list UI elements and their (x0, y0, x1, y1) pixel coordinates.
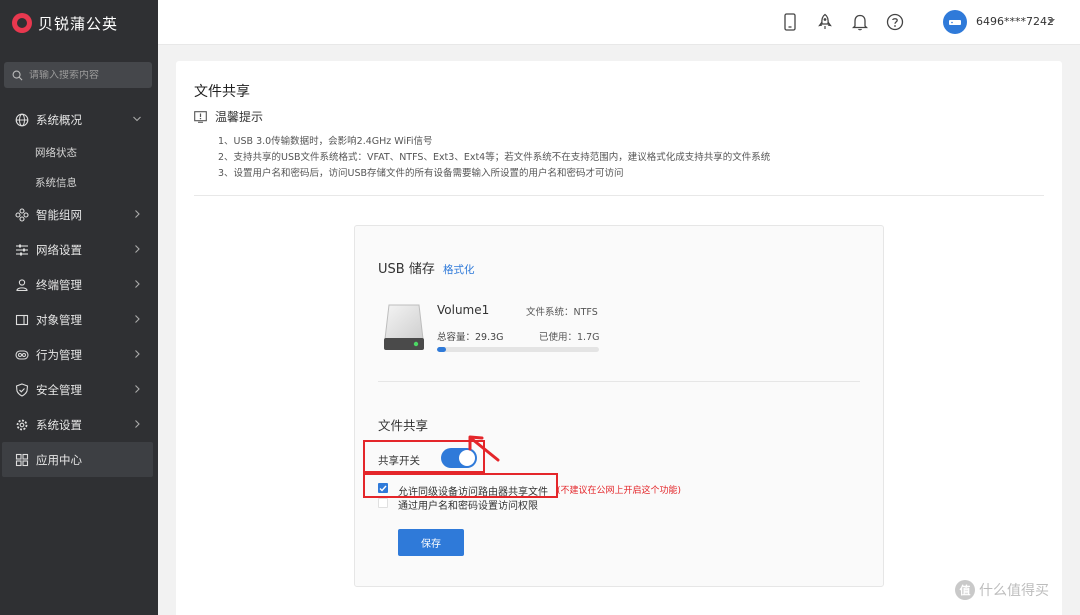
bell-icon[interactable] (849, 11, 871, 33)
avatar[interactable] (943, 10, 967, 34)
chevron-right-icon (135, 315, 140, 323)
sidebar-item-app-center[interactable]: 应用中心 (2, 442, 153, 477)
auth-access-label: 通过用户名和密码设置访问权限 (398, 501, 538, 512)
sidebar-item-object-management[interactable]: 对象管理 (0, 302, 158, 337)
volume-name: Volume1 (437, 303, 490, 317)
usb-storage-title: USB 储存 (378, 262, 435, 277)
sidebar-item-smart-network[interactable]: 智能组网 (0, 197, 158, 232)
sidebar-item-label: 应用中心 (36, 452, 82, 467)
watermark-text: 什么值得买 (979, 583, 1049, 599)
chevron-right-icon (135, 245, 140, 253)
sidebar-item-label: 系统设置 (36, 417, 82, 432)
save-button[interactable]: 保存 (398, 529, 464, 556)
gear-icon (15, 418, 29, 432)
usage-progress-fill (437, 347, 447, 352)
sidebar-item-overview[interactable]: 系统概况 (0, 102, 158, 137)
highlight-box-checkbox (363, 473, 558, 498)
sidebar-item-label: 智能组网 (36, 207, 82, 222)
brand-name: 贝锐蒲公英 (38, 14, 119, 33)
help-icon[interactable] (884, 11, 906, 33)
sidebar-item-security-management[interactable]: 安全管理 (0, 372, 158, 407)
sidebar-search (4, 62, 152, 88)
filesystem-label: 文件系统：NTFS (526, 307, 598, 318)
sliders-icon (15, 243, 29, 257)
sidebar-item-label: 系统概况 (36, 112, 82, 127)
caret-down-icon[interactable] (1048, 19, 1055, 24)
sidebar-item-label: 对象管理 (36, 312, 82, 327)
chevron-right-icon (135, 420, 140, 428)
page-title: 文件共享 (194, 84, 250, 100)
search-icon (12, 70, 23, 80)
users-icon (15, 278, 29, 292)
rocket-icon[interactable] (814, 11, 836, 33)
auth-access-checkbox[interactable] (378, 498, 388, 508)
sidebar-item-system-settings[interactable]: 系统设置 (0, 407, 158, 442)
tip-line: 2、支持共享的USB文件系统格式：VFAT、NTFS、Ext3、Ext4等；若文… (218, 152, 771, 163)
grid-icon (15, 453, 29, 467)
sidebar-item-behavior-management[interactable]: 行为管理 (0, 337, 158, 372)
hard-drive-icon (384, 304, 424, 350)
shield-icon (15, 382, 29, 397)
sidebar-subitem-network-status[interactable]: 网络状态 (0, 137, 158, 167)
router-icon (949, 20, 961, 25)
public-network-warning: (不建议在公网上开启这个功能) (557, 486, 682, 496)
tip-title: 温馨提示 (215, 110, 264, 124)
sidebar-subitem-system-info[interactable]: 系统信息 (0, 167, 158, 197)
sidebar-item-network-settings[interactable]: 网络设置 (0, 232, 158, 267)
globe-icon (15, 113, 29, 127)
top-header: 6496****7242 (158, 0, 1080, 45)
watermark-badge: 值 (955, 580, 975, 600)
tip-header: 温馨提示 (194, 108, 263, 125)
brand-logo-icon (12, 13, 32, 33)
main-card: 文件共享 温馨提示 1、USB 3.0传输数据时，会影响2.4GHz WiFi信… (176, 61, 1062, 615)
phone-icon[interactable] (779, 11, 801, 33)
sidebar-item-label: 行为管理 (36, 347, 82, 362)
watermark: 值 什么值得买 (955, 580, 1049, 600)
search-input[interactable] (29, 69, 139, 81)
brand[interactable]: 贝锐蒲公英 (0, 0, 158, 46)
sidebar-item-terminal-management[interactable]: 终端管理 (0, 267, 158, 302)
used-capacity: 已使用：1.7G (539, 332, 600, 343)
chevron-down-icon (133, 116, 141, 122)
eye-icon (15, 348, 29, 362)
chevron-right-icon (135, 280, 140, 288)
chevron-right-icon (135, 210, 140, 218)
usb-panel: USB 储存 格式化 Volume1 文件系统：NTFS 总容量：29.3G 已… (354, 225, 884, 587)
network-icon (15, 207, 29, 222)
arrow-annotation-icon (468, 435, 500, 462)
sidebar: 贝锐蒲公英 系统概况 网络状态 系统信息 智能组网 网络设置 终端管理 对象管理… (0, 0, 158, 615)
tip-line: 1、USB 3.0传输数据时，会影响2.4GHz WiFi信号 (218, 136, 433, 147)
total-capacity: 总容量：29.3G (437, 332, 504, 343)
panel-divider (378, 381, 860, 382)
usage-progress-bar (437, 347, 599, 352)
info-icon (194, 110, 207, 123)
file-share-title: 文件共享 (378, 418, 429, 433)
account-id[interactable]: 6496****7242 (976, 15, 1054, 28)
sidebar-item-label: 安全管理 (36, 382, 82, 397)
format-link[interactable]: 格式化 (443, 262, 475, 277)
chevron-right-icon (135, 385, 140, 393)
sidebar-item-label: 终端管理 (36, 277, 82, 292)
divider (194, 195, 1044, 196)
sidebar-item-label: 网络设置 (36, 242, 82, 257)
tip-line: 3、设置用户名和密码后，访问USB存储文件的所有设备需要输入所设置的用户名和密码… (218, 168, 624, 179)
chevron-right-icon (135, 350, 140, 358)
object-icon (15, 313, 29, 327)
